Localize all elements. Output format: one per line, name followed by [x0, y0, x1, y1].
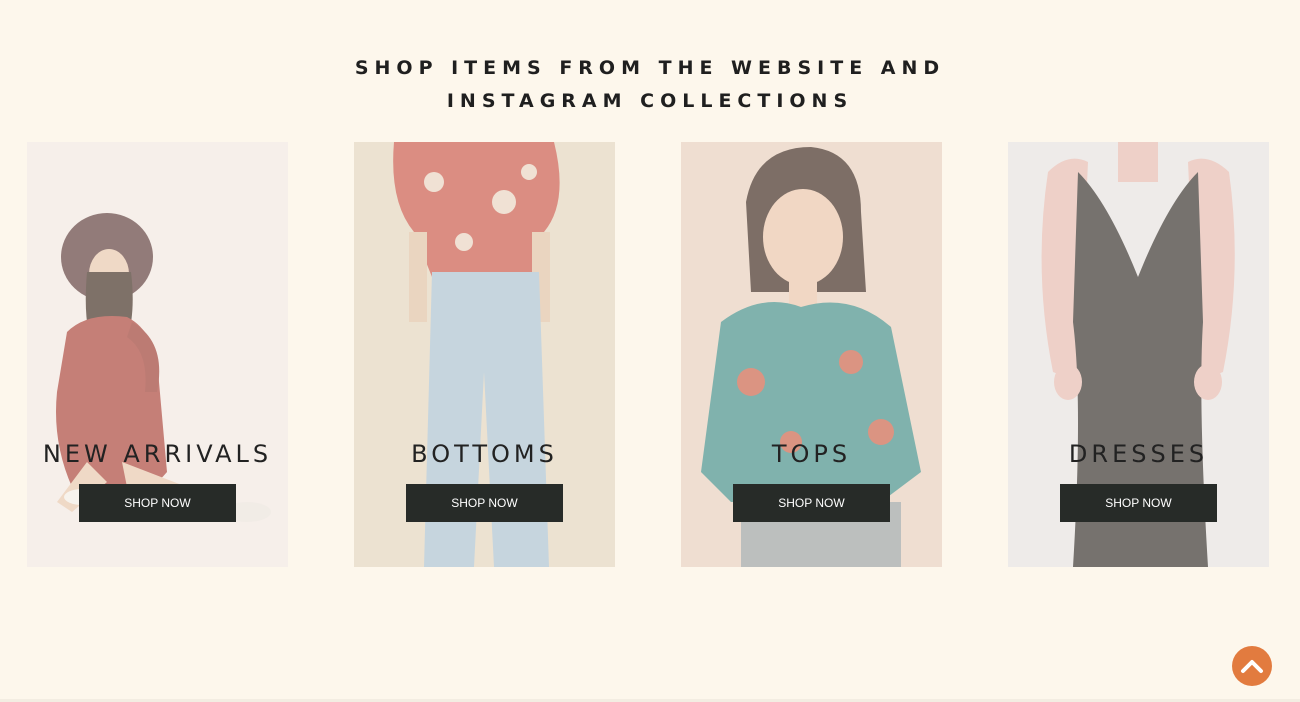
collection-card-new-arrivals[interactable]: NEW ARRIVALS SHOP NOW: [27, 142, 288, 567]
card-title: DRESSES: [1068, 440, 1209, 468]
card-title: NEW ARRIVALS: [42, 440, 273, 468]
section-heading: SHOP ITEMS FROM THE WEBSITE AND INSTAGRA…: [0, 52, 1300, 118]
collection-card-dresses[interactable]: DRESSES SHOP NOW: [1008, 142, 1269, 567]
heading-line-1: SHOP ITEMS FROM THE WEBSITE AND: [354, 56, 946, 79]
card-title: TOPS: [771, 440, 852, 468]
card-title: BOTTOMS: [411, 440, 558, 468]
chevron-up-icon: [1241, 660, 1263, 673]
scroll-to-top-button[interactable]: [1232, 646, 1272, 686]
collection-cards: NEW ARRIVALS SHOP NOW BOTTOMS SHOP NOW T…: [27, 142, 1269, 567]
heading-line-2: INSTAGRAM COLLECTIONS: [446, 89, 854, 112]
shop-now-button[interactable]: SHOP NOW: [733, 484, 890, 522]
shop-now-button[interactable]: SHOP NOW: [79, 484, 236, 522]
shop-now-button[interactable]: SHOP NOW: [1060, 484, 1217, 522]
collection-card-tops[interactable]: TOPS SHOP NOW: [681, 142, 942, 567]
shop-now-button[interactable]: SHOP NOW: [406, 484, 563, 522]
collection-card-bottoms[interactable]: BOTTOMS SHOP NOW: [354, 142, 615, 567]
